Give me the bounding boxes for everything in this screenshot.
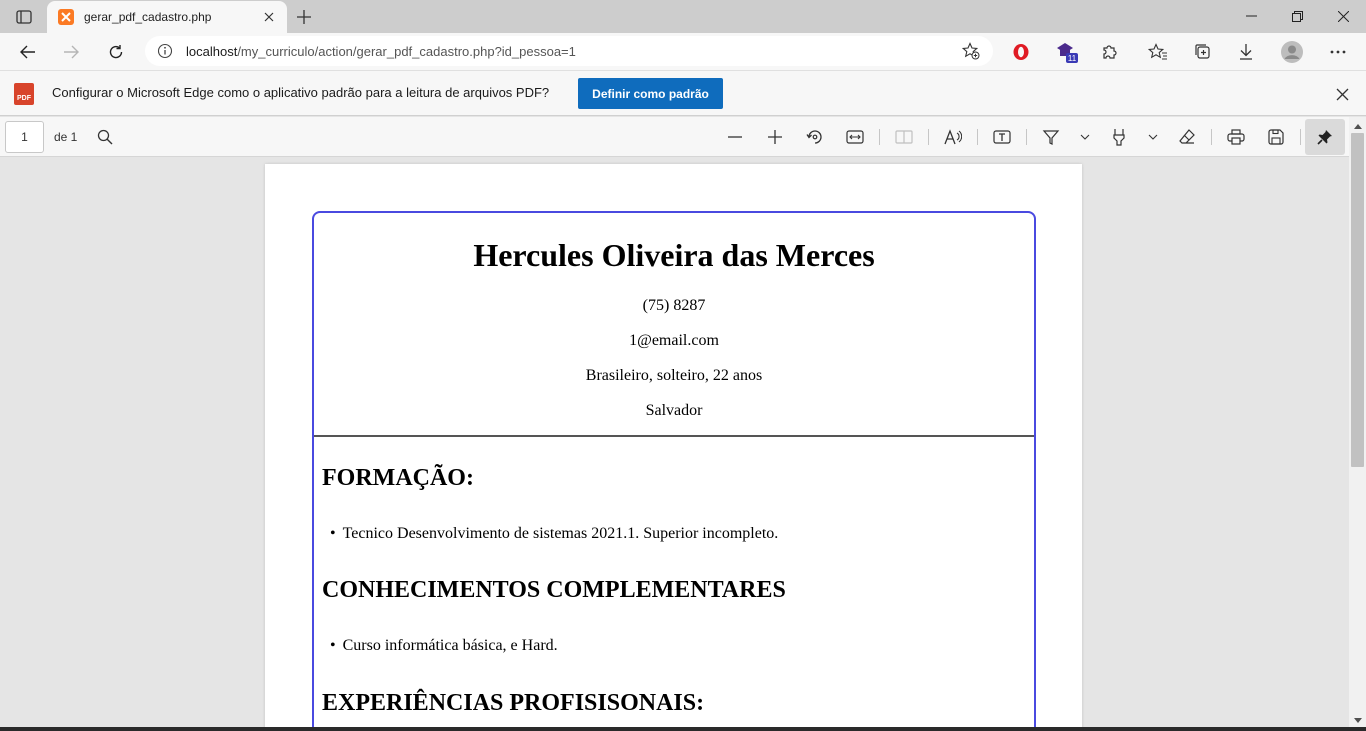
- close-window-icon[interactable]: [1320, 0, 1366, 32]
- resume-header: Hercules Oliveira das Merces (75) 8287 1…: [314, 213, 1034, 437]
- print-icon[interactable]: [1224, 125, 1248, 149]
- scroll-up-icon[interactable]: [1349, 119, 1366, 133]
- url-host: localhost: [186, 43, 238, 59]
- back-icon[interactable]: [14, 38, 42, 66]
- school-extension-icon[interactable]: 11: [1052, 37, 1082, 67]
- pdf-badge-text: PDF: [17, 95, 31, 102]
- resume-name: Hercules Oliveira das Merces: [473, 237, 875, 273]
- conhecimentos-item: Curso informática básica, e Hard.: [322, 637, 1034, 655]
- resume-phone: (75) 8287: [642, 297, 706, 314]
- more-options-icon[interactable]: [1323, 37, 1353, 67]
- restore-icon[interactable]: [1274, 0, 1320, 32]
- opera-extension-icon[interactable]: [1006, 37, 1036, 67]
- profile-avatar-icon[interactable]: [1277, 37, 1307, 67]
- extension-badge-count: 11: [1068, 54, 1077, 63]
- tab-title: gerar_pdf_cadastro.php: [84, 10, 212, 24]
- scroll-down-icon[interactable]: [1349, 713, 1366, 727]
- resume-city: Salvador: [645, 402, 703, 419]
- collections-icon[interactable]: [1188, 37, 1218, 67]
- refresh-icon[interactable]: [102, 38, 130, 66]
- page-count-label: de 1: [54, 130, 78, 144]
- add-text-icon[interactable]: [990, 125, 1014, 149]
- rotate-icon[interactable]: [803, 125, 827, 149]
- zoom-out-icon[interactable]: [723, 125, 747, 149]
- resume-frame: Hercules Oliveira das Merces (75) 8287 1…: [312, 211, 1036, 731]
- toolbar-separator: [928, 129, 929, 145]
- forward-icon[interactable]: [57, 38, 85, 66]
- zoom-in-icon[interactable]: [763, 125, 787, 149]
- set-default-button[interactable]: Definir como padrão: [578, 78, 723, 109]
- fit-page-icon[interactable]: [843, 125, 867, 149]
- resume-personal-info: Brasileiro, solteiro, 22 anos: [585, 367, 763, 384]
- pdf-page: Hercules Oliveira das Merces (75) 8287 1…: [265, 164, 1082, 731]
- toolbar-separator: [977, 129, 978, 145]
- taskbar-edge: [0, 727, 1366, 731]
- toolbar-separator: [1026, 129, 1027, 145]
- address-bar[interactable]: localhost/my_curriculo/action/gerar_pdf_…: [145, 36, 993, 66]
- draw-icon[interactable]: [1039, 125, 1063, 149]
- section-conhecimentos-heading: CONHECIMENTOS COMPLEMENTARES: [322, 577, 786, 603]
- scroll-thumb[interactable]: [1351, 133, 1364, 467]
- toolbar-separator: [1300, 129, 1301, 145]
- favorites-icon[interactable]: [1143, 37, 1173, 67]
- downloads-icon[interactable]: [1231, 37, 1261, 67]
- url-path: /my_curriculo/action/gerar_pdf_cadastro.…: [237, 43, 576, 59]
- toolbar-separator: [1211, 129, 1212, 145]
- active-tab[interactable]: gerar_pdf_cadastro.php: [47, 1, 287, 33]
- infobar-close-icon[interactable]: [1332, 84, 1352, 104]
- eraser-icon[interactable]: [1175, 125, 1199, 149]
- tab-strip: gerar_pdf_cadastro.php: [0, 0, 1366, 33]
- page-view-icon[interactable]: [892, 125, 916, 149]
- resume-body: FORMAÇÃO: Tecnico Desenvolvimento de sis…: [314, 465, 1034, 717]
- vertical-scrollbar[interactable]: [1349, 117, 1366, 731]
- section-experiencias-heading: EXPERIÊNCIAS PROFISISONAIS:: [322, 690, 705, 716]
- section-formacao-heading: FORMAÇÃO:: [322, 465, 474, 491]
- search-icon[interactable]: [93, 125, 117, 149]
- default-pdf-infobar: PDF Configurar o Microsoft Edge como o a…: [0, 70, 1366, 116]
- pin-toolbar-icon[interactable]: [1305, 119, 1345, 155]
- save-icon[interactable]: [1264, 125, 1288, 149]
- pdf-toolbar: 1 de 1: [0, 117, 1366, 157]
- navigation-bar: localhost/my_curriculo/action/gerar_pdf_…: [0, 33, 1366, 70]
- xampp-icon: [58, 9, 74, 25]
- formacao-item: Tecnico Desenvolvimento de sistemas 2021…: [322, 525, 1034, 543]
- highlight-options-chevron-icon[interactable]: [1141, 125, 1165, 149]
- read-aloud-icon[interactable]: [941, 125, 965, 149]
- infobar-message: Configurar o Microsoft Edge como o aplic…: [52, 85, 550, 100]
- page-number-input[interactable]: 1: [5, 121, 44, 153]
- draw-options-chevron-icon[interactable]: [1073, 125, 1097, 149]
- tab-close-icon[interactable]: [261, 9, 277, 25]
- url-text[interactable]: localhost/my_curriculo/action/gerar_pdf_…: [186, 44, 961, 59]
- resume-email: 1@email.com: [629, 332, 719, 349]
- pdf-file-icon: PDF: [14, 83, 34, 105]
- info-icon[interactable]: [157, 43, 173, 59]
- toolbar-separator: [879, 129, 880, 145]
- add-favorite-icon[interactable]: [961, 41, 981, 61]
- minimize-icon[interactable]: [1228, 0, 1274, 32]
- extensions-icon[interactable]: [1094, 37, 1124, 67]
- tab-actions-icon[interactable]: [10, 6, 38, 28]
- new-tab-icon[interactable]: [292, 5, 316, 29]
- highlight-icon[interactable]: [1107, 125, 1131, 149]
